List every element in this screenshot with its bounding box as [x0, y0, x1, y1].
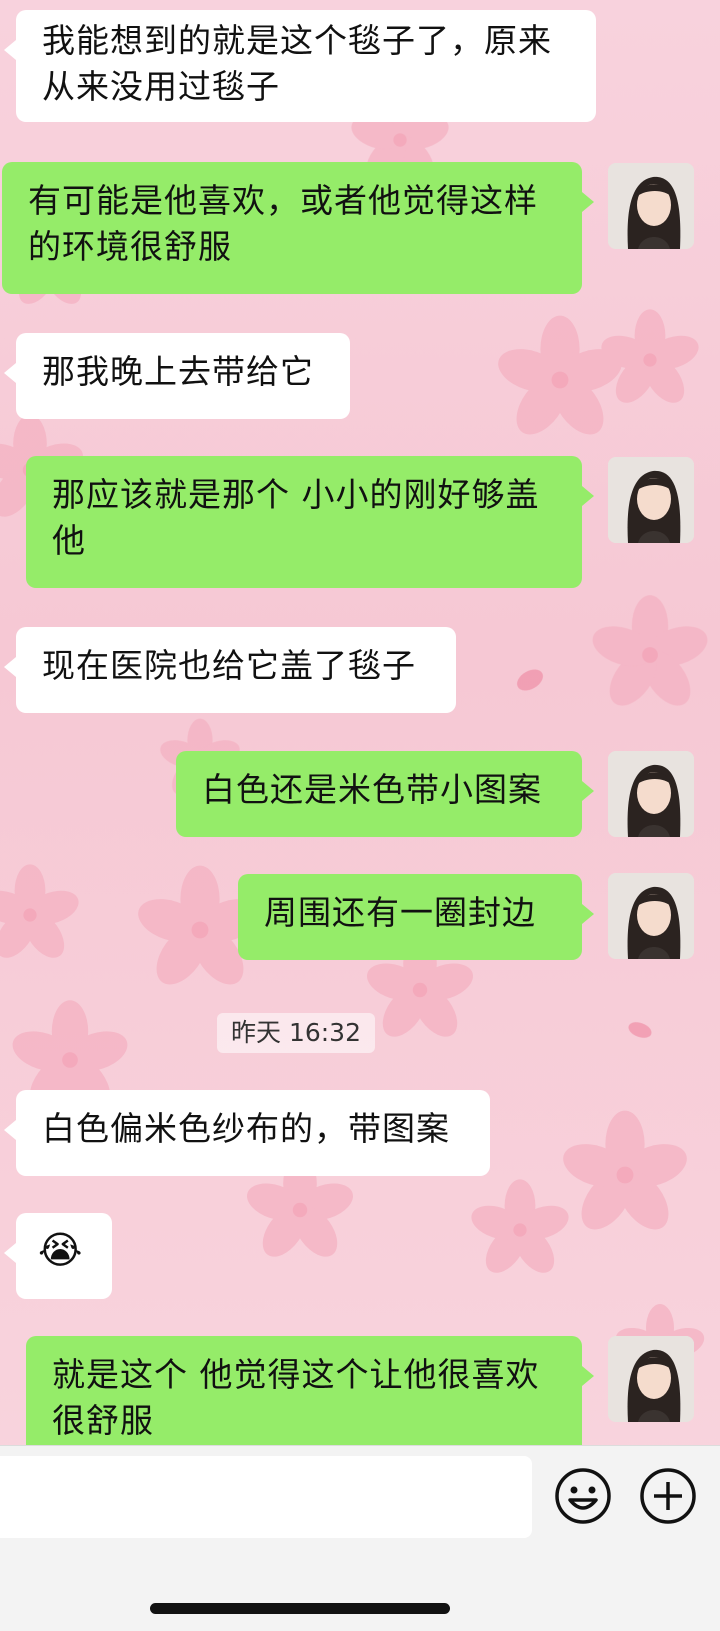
chat-area: 我能想到的就是这个毯子了，原来从来没用过毯子 有可能是他喜欢，或者他觉得这样的环…: [0, 0, 720, 1445]
message-text: 我能想到的就是这个毯子了，原来从来没用过毯子: [42, 21, 552, 106]
message-text: 有可能是他喜欢，或者他觉得这样的环境很舒服: [28, 181, 538, 266]
message-text: 现在医院也给它盖了毯子: [42, 646, 416, 685]
message-bubble-outgoing[interactable]: 白色还是米色带小图案: [176, 751, 594, 837]
message-bubble-outgoing[interactable]: 那应该就是那个 小小的刚好够盖他: [26, 456, 594, 588]
message-bubble-outgoing[interactable]: 周围还有一圈封边: [238, 874, 594, 960]
message-text: 那我晚上去带给它: [42, 352, 314, 391]
avatar-image: [608, 1336, 694, 1422]
message-timestamp: 昨天 16:32: [217, 1013, 375, 1053]
message-bubble-outgoing[interactable]: 有可能是他喜欢，或者他觉得这样的环境很舒服: [2, 162, 594, 294]
user-avatar[interactable]: [608, 163, 694, 249]
user-avatar[interactable]: [608, 457, 694, 543]
message-bubble-incoming[interactable]: 那我晚上去带给它: [4, 333, 350, 419]
message-bubble-incoming[interactable]: 我能想到的就是这个毯子了，原来从来没用过毯子: [4, 10, 596, 122]
user-avatar[interactable]: [608, 751, 694, 837]
plus-icon[interactable]: [638, 1466, 698, 1526]
message-text: 白色还是米色带小图案: [202, 770, 542, 809]
emoji-icon[interactable]: [553, 1466, 613, 1526]
message-input[interactable]: [0, 1456, 532, 1538]
user-avatar[interactable]: [608, 873, 694, 959]
message-bubble-outgoing[interactable]: 就是这个 他觉得这个让他很喜欢很舒服: [26, 1336, 594, 1445]
user-avatar[interactable]: [608, 1336, 694, 1422]
avatar-image: [608, 751, 694, 837]
message-bubble-incoming[interactable]: 白色偏米色纱布的，带图案: [4, 1090, 490, 1176]
message-text: 那应该就是那个 小小的刚好够盖他: [52, 475, 540, 560]
message-text: 白色偏米色纱布的，带图案: [42, 1109, 450, 1148]
avatar-image: [608, 163, 694, 249]
avatar-image: [608, 457, 694, 543]
message-text: 周围还有一圈封边: [264, 893, 536, 932]
avatar-image: [608, 873, 694, 959]
crying-emoji-icon: 😭: [38, 1228, 84, 1272]
message-text: 就是这个 他觉得这个让他很喜欢很舒服: [52, 1355, 540, 1440]
message-bubble-incoming[interactable]: 现在医院也给它盖了毯子: [4, 627, 456, 713]
message-bubble-incoming[interactable]: 😭: [4, 1213, 112, 1299]
home-indicator[interactable]: [150, 1603, 450, 1614]
